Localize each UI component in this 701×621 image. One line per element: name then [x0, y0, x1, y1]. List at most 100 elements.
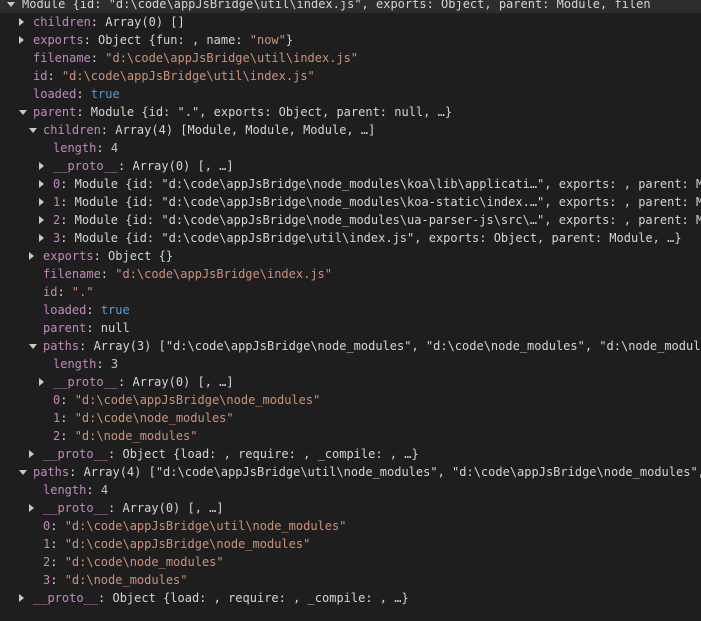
tree-row[interactable]: 1: Module {id: "d:\code\appJsBridge\node…: [0, 193, 701, 211]
property-value: "d:\code\appJsBridge\util\index.js": [105, 51, 359, 65]
tree-row[interactable]: exports: Object {}: [0, 247, 701, 265]
property-value: : Array(4) [Module, Module, Module, …]: [100, 123, 376, 137]
tree-row[interactable]: 3: Module {id: "d:\code\appJsBridge\util…: [0, 229, 701, 247]
tree-row[interactable]: parent: null: [0, 319, 701, 337]
chevron-right-icon[interactable]: [19, 594, 24, 602]
property-key: id: [33, 69, 48, 83]
chevron-right-icon[interactable]: [39, 162, 44, 170]
tree-row[interactable]: 1: "d:\code\node_modules": [0, 409, 701, 427]
tree-row[interactable]: __proto__: Object {load: , require: , _c…: [0, 445, 701, 463]
tree-row[interactable]: id: "d:\code\appJsBridge\util\index.js": [0, 67, 701, 85]
tree-row[interactable]: paths: Array(3) ["d:\code\appJsBridge\no…: [0, 337, 701, 355]
property-value: 4: [110, 141, 119, 155]
tree-row-text: id: "d:\code\appJsBridge\util\index.js": [33, 67, 315, 85]
chevron-right-icon[interactable]: [39, 180, 44, 188]
tree-row[interactable]: length: 4: [0, 481, 701, 499]
property-value: : Module {id: "d:\code\appJsBridge\node_…: [60, 177, 701, 191]
chevron-right-icon[interactable]: [19, 18, 24, 26]
property-value: "now": [249, 33, 286, 47]
property-key: __proto__: [53, 159, 119, 173]
property-value: "d:\node_modules": [64, 573, 188, 587]
property-key: children: [43, 123, 101, 137]
tree-row-text: 0: "d:\code\appJsBridge\node_modules": [53, 391, 320, 409]
tree-row-text: 3: Module {id: "d:\code\appJsBridge\util…: [53, 229, 682, 247]
property-value: 4: [100, 483, 109, 497]
chevron-right-icon[interactable]: [29, 450, 34, 458]
tree-row-text: filename: "d:\code\appJsBridge\util\inde…: [33, 49, 358, 67]
tree-row[interactable]: 2: "d:\code\node_modules": [0, 553, 701, 571]
tree-row-text: 1: "d:\code\node_modules": [53, 409, 234, 427]
property-key: exports: [33, 33, 84, 47]
property-key: length: [43, 483, 87, 497]
property-key: __proto__: [43, 501, 109, 515]
property-value: :: [50, 573, 65, 587]
property-value: "d:\code\appJsBridge\util\index.js": [61, 69, 315, 83]
tree-row-text: 3: "d:\node_modules": [43, 571, 188, 589]
chevron-down-icon[interactable]: [29, 344, 37, 349]
tree-row[interactable]: loaded: true: [0, 85, 701, 103]
tree-row[interactable]: filename: "d:\code\appJsBridge\index.js": [0, 265, 701, 283]
chevron-down-icon[interactable]: [19, 110, 27, 115]
tree-row[interactable]: 1: "d:\code\appJsBridge\node_modules": [0, 535, 701, 553]
property-value: : Object {}: [93, 249, 174, 263]
chevron-right-icon[interactable]: [29, 252, 34, 260]
tree-row[interactable]: __proto__: Array(0) [, …]: [0, 499, 701, 517]
chevron-down-icon[interactable]: [19, 470, 27, 475]
chevron-right-icon[interactable]: [39, 378, 44, 386]
property-value: :: [60, 429, 75, 443]
tree-row[interactable]: paths: Array(4) ["d:\code\appJsBridge\ut…: [0, 463, 701, 481]
property-value: : null: [86, 321, 130, 335]
tree-row[interactable]: loaded: true: [0, 301, 701, 319]
chevron-right-icon[interactable]: [39, 234, 44, 242]
chevron-right-icon[interactable]: [29, 504, 34, 512]
property-value: :: [100, 267, 116, 281]
property-value: : Module {id: "d:\code\appJsBridge\util\…: [60, 231, 682, 245]
tree-row[interactable]: exports: Object {fun: , name: "now"}: [0, 31, 701, 49]
tree-row[interactable]: 2: Module {id: "d:\code\appJsBridge\node…: [0, 211, 701, 229]
tree-row-text: parent: Module {id: ".", exports: Object…: [33, 103, 452, 121]
property-value: :: [96, 141, 111, 155]
tree-row[interactable]: 0: "d:\code\appJsBridge\util\node_module…: [0, 517, 701, 535]
property-value: "d:\code\appJsBridge\util\node_modules": [64, 519, 347, 533]
tree-row[interactable]: __proto__: Array(0) [, …]: [0, 373, 701, 391]
property-value: :: [50, 519, 65, 533]
tree-row[interactable]: parent: Module {id: ".", exports: Object…: [0, 103, 701, 121]
tree-row[interactable]: 0: Module {id: "d:\code\appJsBridge\node…: [0, 175, 701, 193]
tree-row[interactable]: children: Array(4) [Module, Module, Modu…: [0, 121, 701, 139]
tree-row[interactable]: length: 4: [0, 139, 701, 157]
property-value: :: [60, 411, 75, 425]
property-value: : Module {id: ".", exports: Object, pare…: [76, 105, 453, 119]
tree-row[interactable]: 3: "d:\node_modules": [0, 571, 701, 589]
tree-row-text: length: 4: [43, 481, 108, 499]
tree-row[interactable]: id: ".": [0, 283, 701, 301]
tree-row-text: children: Array(0) []: [33, 13, 185, 31]
tree-row[interactable]: 0: "d:\code\appJsBridge\node_modules": [0, 391, 701, 409]
tree-row-text: __proto__: Object {load: , require: , _c…: [43, 445, 419, 463]
tree-row-text: __proto__: Array(0) [, …]: [53, 157, 234, 175]
property-value: :: [60, 393, 75, 407]
tree-row[interactable]: __proto__: Object {load: , require: , _c…: [0, 589, 701, 607]
tree-row[interactable]: children: Array(0) []: [0, 13, 701, 31]
property-key: __proto__: [53, 375, 119, 389]
property-value: :: [50, 537, 65, 551]
tree-row-text: __proto__: Object {load: , require: , _c…: [33, 589, 409, 607]
chevron-right-icon[interactable]: [39, 216, 44, 224]
property-value: :: [47, 69, 62, 83]
tree-row[interactable]: __proto__: Array(0) [, …]: [0, 157, 701, 175]
property-value: :: [76, 87, 91, 101]
tree-row-text: length: 3: [53, 355, 118, 373]
property-key: parent: [33, 105, 77, 119]
tree-row-text: 0: Module {id: "d:\code\appJsBridge\node…: [53, 175, 701, 193]
chevron-down-icon[interactable]: [7, 2, 15, 7]
tree-row[interactable]: 2: "d:\node_modules": [0, 427, 701, 445]
tree-row-text: loaded: true: [43, 301, 130, 319]
tree-row-text: Module {id: "d:\code\appJsBridge\util\in…: [22, 0, 651, 13]
tree-row[interactable]: length: 3: [0, 355, 701, 373]
property-value: "d:\code\appJsBridge\index.js": [115, 267, 332, 281]
property-key: length: [53, 141, 97, 155]
tree-row[interactable]: filename: "d:\code\appJsBridge\util\inde…: [0, 49, 701, 67]
chevron-right-icon[interactable]: [39, 198, 44, 206]
tree-root-row[interactable]: Module {id: "d:\code\appJsBridge\util\in…: [0, 0, 701, 13]
chevron-down-icon[interactable]: [29, 128, 37, 133]
chevron-right-icon[interactable]: [19, 36, 24, 44]
